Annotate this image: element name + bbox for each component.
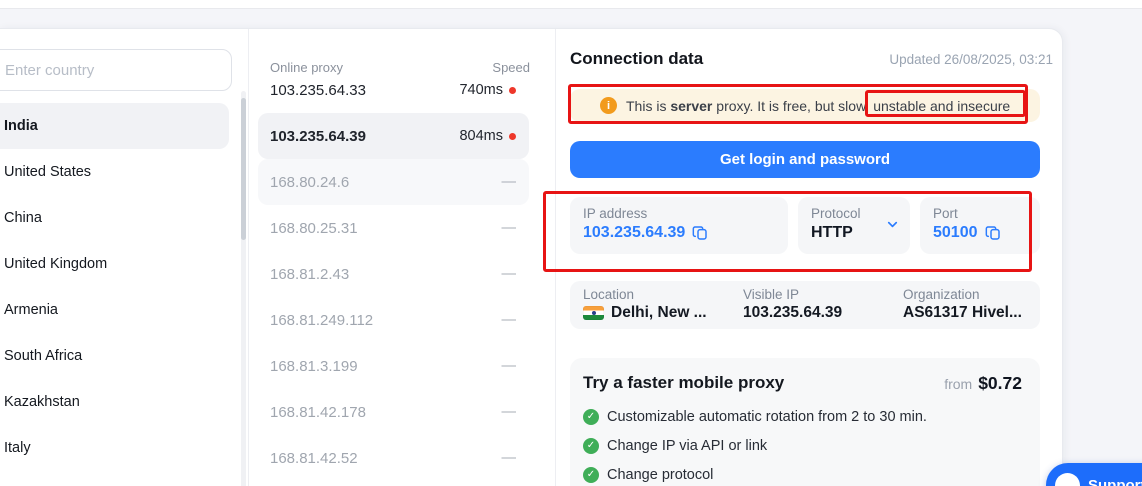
proxy-ip: 168.81.3.199 <box>270 357 358 375</box>
proxy-ip: 168.81.42.52 <box>270 449 358 467</box>
proxy-row[interactable]: 168.80.24.6 — <box>258 159 529 205</box>
feature-item: ✓ Change IP via API or link <box>583 435 1022 456</box>
visible-ip-label: Visible IP <box>743 287 800 302</box>
port-value: 50100 <box>933 224 978 241</box>
port-label: Port <box>933 206 958 221</box>
organization-value: AS61317 Hivel... <box>903 304 1022 321</box>
proxy-row[interactable]: 168.81.42.52 — <box>258 435 529 481</box>
proxy-ip: 168.81.2.43 <box>270 265 350 283</box>
proxy-speed: 804ms <box>459 128 516 144</box>
connection-header: Connection data Updated 26/08/2025, 03:2… <box>570 49 1053 69</box>
location-value: Delhi, New ... <box>611 304 707 321</box>
proxy-row[interactable]: 168.80.25.31 — <box>258 205 529 251</box>
support-button[interactable]: Support <box>1046 463 1142 486</box>
sidebar-scrollbar-thumb[interactable] <box>241 98 246 240</box>
country-list: India United States China United Kingdom Arm… <box>0 103 248 471</box>
proxy-app-screen: IndiaUnited StatesChinaUnited KingdomArm… <box>0 0 1142 486</box>
proxy-speed: 740ms <box>459 82 516 98</box>
feature-list: ✓ Customizable automatic rotation from 2 … <box>583 406 1022 485</box>
search-input[interactable] <box>0 49 232 91</box>
proxy-speed: — <box>501 404 517 420</box>
connection-panel: Connection data Updated 26/08/2025, 03:2… <box>556 29 1063 486</box>
feature-item: ✓ Customizable automatic rotation from 2 … <box>583 406 1022 427</box>
visible-ip-column: Visible IP 103.235.64.39 <box>743 287 903 329</box>
check-icon: ✓ <box>583 408 599 425</box>
sidebar-item-china[interactable]: China <box>0 195 229 241</box>
chevron-down-icon[interactable] <box>885 217 900 237</box>
location-column: Location Delhi, New ... <box>583 287 743 329</box>
upsell-title: Try a faster mobile proxy <box>583 373 785 392</box>
copy-port-icon[interactable] <box>985 225 1001 241</box>
mobile-proxy-upsell-card: Try a faster mobile proxy from $0.72 ✓ Cus… <box>570 358 1040 486</box>
online-dot-icon <box>509 132 516 140</box>
organization-label: Organization <box>903 287 980 302</box>
proxy-list: 103.235.64.33 740ms 103.235.64.39 804ms 168.… <box>249 67 555 481</box>
check-icon: ✓ <box>583 437 599 454</box>
proxy-row[interactable]: 168.81.3.199 — <box>258 343 529 389</box>
proxy-speed: — <box>501 312 517 328</box>
support-chat-icon <box>1055 472 1080 486</box>
warning-banner: i This is server proxy. It is free, but … <box>570 89 1040 122</box>
proxy-ip: 168.80.24.6 <box>270 173 350 191</box>
feature-text: Customizable automatic rotation from 2 t… <box>607 408 927 425</box>
proxy-speed: — <box>501 266 517 282</box>
proxy-ip: 168.80.25.31 <box>270 219 358 237</box>
proxy-ip: 168.81.249.112 <box>270 311 374 329</box>
updated-timestamp: Updated 26/08/2025, 03:21 <box>889 51 1053 67</box>
ip-address-value: 103.235.64.39 <box>583 224 686 241</box>
proxy-speed: — <box>501 220 517 236</box>
location-label: Location <box>583 287 635 302</box>
protocol-value: HTTP <box>811 224 853 241</box>
proxy-row[interactable]: 168.81.249.112 — <box>258 297 529 343</box>
proxy-speed: — <box>501 450 517 466</box>
feature-item: ✓ Change protocol <box>583 464 1022 485</box>
organization-column: Organization AS61317 Hivel... <box>903 287 1027 329</box>
column-online-proxy: Online proxy <box>270 59 343 75</box>
sidebar-item-kazakhstan[interactable]: Kazakhstan <box>0 379 229 425</box>
ip-address-card: IP address 103.235.64.39 <box>570 197 788 254</box>
connection-fields: IP address 103.235.64.39 Protocol HTTP P… <box>570 197 1040 254</box>
sidebar-item-italy[interactable]: Italy <box>0 425 229 471</box>
proxy-ip: 168.81.42.178 <box>270 403 366 421</box>
proxy-row[interactable]: 168.81.42.178 — <box>258 389 529 435</box>
proxy-speed: — <box>501 174 517 190</box>
sidebar-item-india[interactable]: India <box>0 103 229 149</box>
proxy-row[interactable]: 168.81.2.43 — <box>258 251 529 297</box>
info-icon: i <box>600 97 617 114</box>
sidebar-item-united-kingdom[interactable]: United Kingdom <box>0 241 229 287</box>
support-button-label: Support <box>1088 476 1142 486</box>
feature-text: Change protocol <box>607 466 714 483</box>
main-card: IndiaUnited StatesChinaUnited KingdomArm… <box>0 28 1063 486</box>
copy-ip-icon[interactable] <box>692 225 708 241</box>
column-speed: Speed <box>492 59 530 75</box>
india-flag-icon <box>583 306 604 320</box>
page-title: Connection data <box>570 49 704 68</box>
proxy-ip: 103.235.64.39 <box>270 127 366 145</box>
sidebar-item-united-states[interactable]: United States <box>0 149 229 195</box>
sidebar-item-south-africa[interactable]: South Africa <box>0 333 229 379</box>
top-strip <box>0 0 1142 9</box>
upsell-price: from $0.72 <box>944 372 1022 393</box>
get-login-button[interactable]: Get login and password <box>570 141 1040 178</box>
feature-text: Change IP via API or link <box>607 437 768 454</box>
proxy-speed: — <box>501 358 517 374</box>
proxy-row[interactable]: 103.235.64.39 804ms <box>258 113 529 159</box>
warning-text: This is server proxy. It is free, but sl… <box>626 97 1011 114</box>
visible-ip-value: 103.235.64.39 <box>743 304 843 321</box>
check-icon: ✓ <box>583 466 599 483</box>
ip-address-label: IP address <box>583 206 648 221</box>
sidebar-item-armenia[interactable]: Armenia <box>0 287 229 333</box>
country-sidebar: IndiaUnited StatesChinaUnited KingdomArm… <box>0 29 249 486</box>
proxy-list-panel: Online proxy Speed 103.235.64.33 740ms 103… <box>249 29 556 486</box>
proxy-ip: 103.235.64.33 <box>270 81 366 99</box>
protocol-card[interactable]: Protocol HTTP <box>798 197 910 254</box>
port-card: Port 50100 <box>920 197 1040 254</box>
online-dot-icon <box>509 86 516 94</box>
connection-info-card: Location Delhi, New ... Visible IP 103.2… <box>570 281 1040 329</box>
